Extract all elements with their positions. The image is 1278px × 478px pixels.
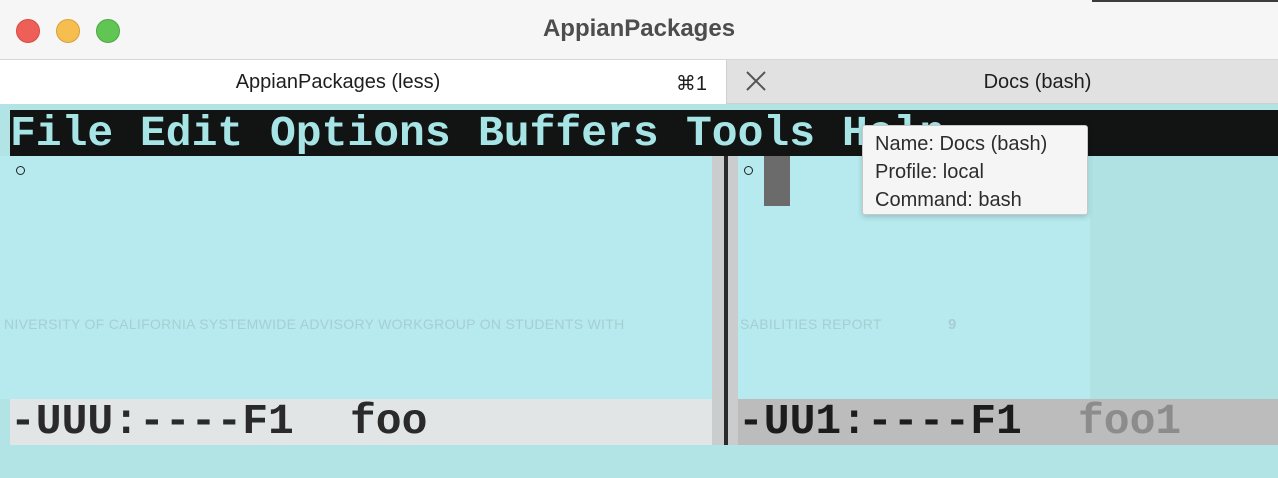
mode-line-right[interactable]: -UU1:----F1 foo1 [738,399,1278,445]
tab-tooltip: Name: Docs (bash) Profile: local Command… [862,125,1088,215]
menu-options[interactable]: Options [270,110,451,158]
watermark-text-left: NIVERSITY OF CALIFORNIA SYSTEMWIDE ADVIS… [4,316,625,332]
mode-line-status: -UU1:----F1 [738,397,1022,446]
title-bar: AppianPackages [0,0,1278,60]
text-cursor [764,156,790,206]
close-tab-icon[interactable] [743,68,769,94]
right-window-margin [1090,156,1278,399]
background-window-edge [1092,0,1278,2]
watermark-text-right: SABILITIES REPORT [740,316,882,332]
tab-appianpackages[interactable]: AppianPackages (less) ⌘1 [0,60,727,104]
window-title: AppianPackages [542,15,736,42]
menu-tools[interactable]: Tools [686,110,815,158]
point-marker-right [744,166,753,175]
tab-shortcut: ⌘1 [675,73,707,95]
tooltip-name: Name: Docs (bash) [875,133,1048,155]
window-divider[interactable] [712,156,738,446]
menu-file[interactable]: File [10,110,113,158]
tooltip-command: Command: bash [875,189,1022,211]
mode-line-status: -UUU:----F1 [10,397,294,446]
left-window[interactable] [0,156,712,399]
tab-label: AppianPackages (less) [235,71,441,93]
menu-edit[interactable]: Edit [140,110,243,158]
tab-docs[interactable]: Docs (bash) [727,60,1278,104]
echo-area [0,445,1278,478]
watermark-page-number: 9 [948,316,957,333]
tab-label: Docs (bash) [983,71,1092,93]
mode-line-buffer-name: foo1 [1078,397,1182,446]
point-marker-left [16,166,25,175]
tab-bar: AppianPackages (less) ⌘1 Docs (bash) [0,60,1278,104]
tooltip-profile: Profile: local [875,161,984,183]
mode-line-left[interactable]: -UUU:----F1 foo [10,399,712,445]
divider-line [724,156,728,446]
mode-line-buffer-name: foo [350,397,428,446]
menu-buffers[interactable]: Buffers [478,110,659,158]
